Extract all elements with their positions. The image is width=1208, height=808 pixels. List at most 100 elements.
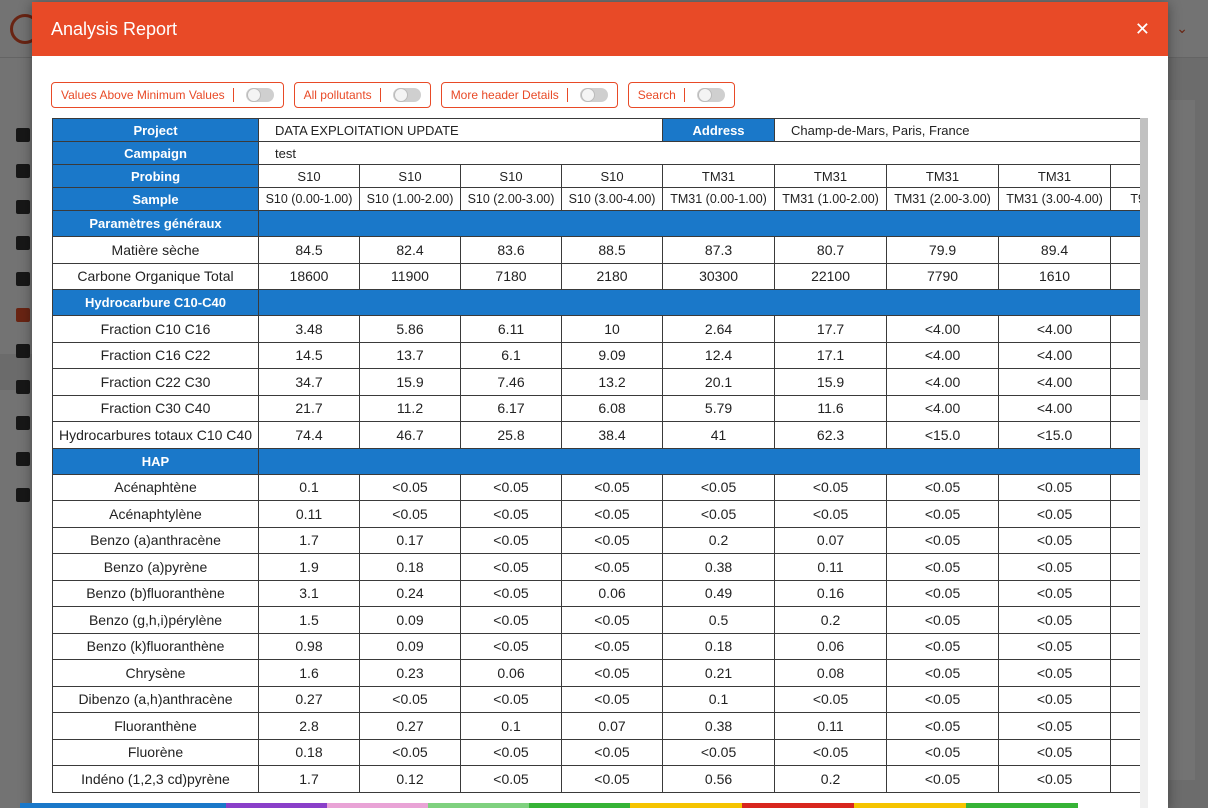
- probing-cell: S10: [560, 164, 664, 188]
- value-cell: 7180: [460, 262, 562, 290]
- close-icon[interactable]: ✕: [1135, 20, 1150, 38]
- value-cell: 0.1: [258, 473, 360, 501]
- parameter-name: Fraction C30 C40: [52, 394, 259, 422]
- sample-cell: TM31 (0.00-1.00): [662, 187, 776, 211]
- parameter-name: Indéno (1,2,3 cd)pyrène: [52, 765, 259, 793]
- toggle-filter-3[interactable]: Search: [627, 82, 735, 108]
- value-cell: <0.05: [886, 738, 1000, 766]
- toggle-label: Values Above Minimum Values: [61, 88, 234, 102]
- value-cell: [1110, 368, 1140, 396]
- value-cell: 18600: [258, 262, 360, 290]
- parameter-name: Acénaphtène: [52, 473, 259, 501]
- value-cell: 17.1: [774, 341, 888, 369]
- value-cell: <0.05: [662, 473, 776, 501]
- toggle-switch[interactable]: [392, 88, 421, 102]
- probing-cell: TM31: [886, 164, 1000, 188]
- value-cell: 22100: [774, 262, 888, 290]
- toggle-switch[interactable]: [696, 88, 725, 102]
- probing-cell: S10: [359, 164, 461, 188]
- value-cell: 0.38: [662, 712, 776, 740]
- value-cell: 0.16: [774, 579, 888, 607]
- value-cell: <0.05: [886, 526, 1000, 554]
- value-cell: <0.05: [774, 500, 888, 528]
- value-cell: 6.1: [460, 341, 562, 369]
- value-cell: <4.00: [886, 394, 1000, 422]
- parameter-name: Fluorène: [52, 738, 259, 766]
- probing-cell: TM31: [774, 164, 888, 188]
- value-cell: <0.05: [998, 553, 1112, 581]
- toggle-filter-0[interactable]: Values Above Minimum Values: [51, 82, 284, 108]
- legend-color-swatch: [630, 803, 742, 808]
- value-cell: 1.5: [258, 606, 360, 634]
- toggle-switch[interactable]: [245, 88, 274, 102]
- value-cell: 3.1: [258, 579, 360, 607]
- value-cell: 5.79: [662, 394, 776, 422]
- table-row: Benzo (a)anthracène 1.7 0.17 <0.05 <0.05 0.2 0…: [52, 526, 1140, 554]
- toggle-switch[interactable]: [579, 88, 608, 102]
- value-cell: 0.07: [560, 712, 664, 740]
- scrollbar-thumb[interactable]: [1140, 118, 1148, 400]
- value-cell: 84.5: [258, 236, 360, 264]
- value-cell: [1110, 473, 1140, 501]
- value-cell: 0.98: [258, 632, 360, 660]
- toggle-knob: [697, 88, 712, 102]
- toggle-filter-1[interactable]: All pollutants: [293, 82, 431, 108]
- parameter-name: Benzo (k)fluoranthène: [52, 632, 259, 660]
- value-cell: <0.05: [998, 765, 1112, 793]
- section-title: HAP: [52, 447, 259, 475]
- parameter-name: Acénaphtylène: [52, 500, 259, 528]
- value-cell: 6.11: [460, 315, 562, 343]
- parameter-name: Fraction C22 C30: [52, 368, 259, 396]
- legend-color-swatch: [529, 803, 630, 808]
- table-row: Dibenzo (a,h)anthracène 0.27 <0.05 <0.05 <0.…: [52, 685, 1140, 713]
- table-row: Indéno (1,2,3 cd)pyrène 1.7 0.12 <0.05 <0.05…: [52, 765, 1140, 793]
- vertical-scrollbar[interactable]: [1140, 118, 1148, 808]
- value-cell: <4.00: [998, 315, 1112, 343]
- value-cell: <0.05: [460, 738, 562, 766]
- value-cell: 89.4: [998, 236, 1112, 264]
- parameter-name: Chrysène: [52, 659, 259, 687]
- value-cell: 79.9: [886, 236, 1000, 264]
- value-cell: <4.00: [886, 341, 1000, 369]
- value-cell: <0.05: [886, 606, 1000, 634]
- value-cell: <0.05: [460, 500, 562, 528]
- value-cell: <0.05: [359, 738, 461, 766]
- value-cell: <15.0: [886, 421, 1000, 449]
- campaign-row: Campaign test: [52, 141, 1140, 165]
- probing-cell: S10: [460, 164, 562, 188]
- value-cell: <0.05: [998, 579, 1112, 607]
- value-cell: <4.00: [998, 394, 1112, 422]
- value-cell: <0.05: [886, 553, 1000, 581]
- value-cell: 13.7: [359, 341, 461, 369]
- table-row: Benzo (a)pyrène 1.9 0.18 <0.05 <0.05 0.38 0.11…: [52, 553, 1140, 581]
- value-cell: 83.6: [460, 236, 562, 264]
- value-cell: 0.17: [359, 526, 461, 554]
- sample-cell: TM31 (2.00-3.00): [886, 187, 1000, 211]
- legend-color-swatch: [854, 803, 966, 808]
- value-cell: 62.3: [774, 421, 888, 449]
- section-header: Paramètres généraux: [52, 210, 1140, 237]
- table-row: Benzo (b)fluoranthène 3.1 0.24 <0.05 0.06 0.4…: [52, 579, 1140, 607]
- toggle-filter-2[interactable]: More header Details: [440, 82, 618, 108]
- value-cell: <0.05: [359, 685, 461, 713]
- parameter-name: Benzo (a)pyrène: [52, 553, 259, 581]
- table-row: Fluorène 0.18 <0.05 <0.05 <0.05 <0.05 <0.05 <0.…: [52, 738, 1140, 766]
- campaign-value: test: [257, 141, 1140, 165]
- toggle-knob: [393, 88, 408, 102]
- value-cell: 6.17: [460, 394, 562, 422]
- address-value: Champ-de-Mars, Paris, France: [774, 118, 1140, 142]
- value-cell: 11.6: [774, 394, 888, 422]
- value-cell: 80.7: [774, 236, 888, 264]
- sample-cell: S10 (2.00-3.00): [460, 187, 562, 211]
- toggle-knob: [580, 88, 595, 102]
- value-cell: <0.05: [774, 738, 888, 766]
- table-row: Chrysène 1.6 0.23 0.06 <0.05 0.21 0.08 <0.05 <0.…: [52, 659, 1140, 687]
- value-cell: <0.05: [774, 473, 888, 501]
- value-cell: 0.11: [774, 712, 888, 740]
- value-cell: <4.00: [998, 368, 1112, 396]
- value-cell: <0.05: [460, 579, 562, 607]
- value-cell: <0.05: [774, 685, 888, 713]
- probing-label: Probing: [52, 164, 259, 188]
- parameter-name: Carbone Organique Total: [52, 262, 259, 290]
- table-row: Acénaphtylène 0.11 <0.05 <0.05 <0.05 <0.05 <0.…: [52, 500, 1140, 528]
